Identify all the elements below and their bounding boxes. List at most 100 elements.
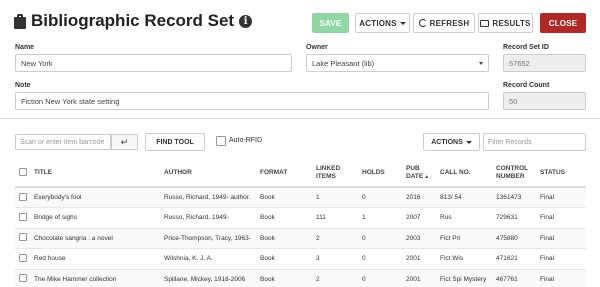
table-row[interactable]: The Mike Hammer collection Spillane, Mick…	[15, 269, 586, 287]
cell-title[interactable]: Everybody's fool	[30, 187, 160, 208]
cell-call: Fict Pri	[436, 228, 492, 249]
page-header: Bibliographic Record Set i SAVE ACTIONS …	[0, 0, 600, 40]
owner-value: Lake Pleasant (lib)	[312, 58, 375, 68]
refresh-icon	[418, 19, 427, 27]
close-button[interactable]: CLOSE	[540, 13, 586, 33]
table-row[interactable]: Bridge of sighs Russo, Richard, 1949- Book…	[15, 207, 586, 229]
cell-control: 475880	[492, 228, 536, 249]
cell-author: Russo, Richard, 1949- author.	[160, 187, 256, 208]
note-field[interactable]: Fiction New York state setting	[15, 92, 489, 110]
title-group: Bibliographic Record Set i	[14, 11, 253, 31]
cell-control: 471621	[492, 248, 536, 270]
row-checkbox[interactable]	[19, 274, 27, 283]
col-title[interactable]: TITLE	[30, 160, 160, 188]
cell-author: Price-Thompson, Tracy, 1963-	[160, 228, 256, 249]
cell-pub: 2001	[402, 248, 436, 270]
enter-icon: ↵	[120, 136, 129, 147]
cell-format: Book	[256, 207, 312, 229]
cell-title[interactable]: Red house	[30, 248, 160, 270]
cell-linked: 2	[312, 228, 358, 249]
record-count-label: Record Count	[503, 82, 550, 89]
row-checkbox[interactable]	[19, 192, 27, 201]
save-button[interactable]: SAVE	[312, 13, 349, 33]
filter-records-input[interactable]: Filter Records	[483, 133, 586, 151]
records-actions-label: ACTIONS	[431, 138, 463, 146]
cell-holds: 0	[358, 187, 402, 208]
cell-holds: 0	[358, 248, 402, 270]
cell-author: Spillane, Mickey, 1918-2006	[160, 269, 256, 287]
record-count-field: 50	[503, 92, 586, 110]
cell-format: Book	[256, 187, 312, 208]
row-checkbox[interactable]	[19, 253, 27, 262]
auto-rfid-checkbox[interactable]	[216, 136, 226, 146]
cell-pub: 2016	[402, 187, 436, 208]
name-label: Name	[15, 44, 35, 51]
record-set-id-value: 57652	[509, 58, 530, 68]
barcode-input[interactable]: Scan or enter item barcode	[15, 134, 111, 150]
cell-author: Wilshnia, K. J. A.	[160, 248, 256, 270]
cell-pub: 2003	[402, 228, 436, 249]
owner-select[interactable]: Lake Pleasant (lib)	[306, 54, 489, 72]
table-row[interactable]: Everybody's fool Russo, Richard, 1949- au…	[15, 187, 586, 208]
cell-linked: 2	[312, 269, 358, 287]
find-tool-button[interactable]: FIND TOOL	[145, 133, 205, 151]
cell-call: Fict Spi Mystery	[436, 269, 492, 287]
cell-control: 1361473	[492, 187, 536, 208]
note-label: Note	[15, 82, 31, 89]
col-author[interactable]: AUTHOR	[160, 160, 256, 188]
cell-holds: 0	[358, 269, 402, 287]
col-control-number[interactable]: CONTROL NUMBER	[492, 160, 536, 188]
info-icon[interactable]: i	[239, 14, 253, 28]
refresh-button[interactable]: REFRESH	[413, 13, 475, 33]
table-header-row: TITLE AUTHOR FORMAT LINKED ITEMS HOLDS P…	[15, 160, 586, 188]
cell-title[interactable]: The Mike Hammer collection	[30, 269, 160, 287]
row-checkbox[interactable]	[19, 212, 27, 221]
col-linked-items[interactable]: LINKED ITEMS	[312, 160, 358, 188]
col-pub-date-label: PUB DATE	[406, 165, 424, 180]
row-checkbox[interactable]	[19, 233, 27, 242]
cell-format: Book	[256, 248, 312, 270]
cell-call: 813/ 54	[436, 187, 492, 208]
enter-button[interactable]: ↵	[111, 134, 138, 150]
col-format[interactable]: FORMAT	[256, 160, 312, 188]
col-pub-date[interactable]: PUB DATE▲	[402, 160, 436, 188]
sort-asc-icon: ▲	[424, 174, 430, 180]
row-select-cell	[15, 187, 30, 208]
cell-status: Final	[536, 207, 586, 229]
results-label: RESULTS	[492, 18, 531, 28]
col-status[interactable]: STATUS	[536, 160, 586, 188]
table-row[interactable]: Red house Wilshnia, K. J. A. Book 3 0 2001 Fic…	[15, 248, 586, 270]
cell-status: Final	[536, 187, 586, 208]
select-all-checkbox[interactable]	[19, 167, 27, 176]
col-call-no[interactable]: CALL NO.	[436, 160, 492, 188]
record-count-value: 50	[509, 96, 518, 106]
cell-pub: 2001	[402, 269, 436, 287]
cell-format: Book	[256, 269, 312, 287]
find-tool-label: FIND TOOL	[156, 138, 194, 146]
filter-placeholder: Filter Records	[488, 138, 532, 146]
record-set-id-field: 57652	[503, 54, 586, 72]
cell-control: 467761	[492, 269, 536, 287]
cell-title[interactable]: Chocolate sangria : a novel	[30, 228, 160, 249]
results-icon	[480, 19, 490, 27]
caret-down-icon	[465, 140, 472, 144]
cell-author: Russo, Richard, 1949-	[160, 207, 256, 229]
cell-linked: 3	[312, 248, 358, 270]
col-holds[interactable]: HOLDS	[358, 160, 402, 188]
cell-status: Final	[536, 269, 586, 287]
auto-rfid-label: Auto-RFID	[229, 137, 263, 144]
record-set-id-label: Record Set ID	[503, 44, 549, 51]
close-label: CLOSE	[548, 18, 578, 28]
cell-status: Final	[536, 248, 586, 270]
records-actions-button[interactable]: ACTIONS	[423, 133, 480, 151]
name-field[interactable]: New York	[15, 54, 292, 72]
row-select-cell	[15, 228, 30, 249]
table-row[interactable]: Chocolate sangria : a novel Price-Thompso…	[15, 228, 586, 249]
results-button[interactable]: RESULTS	[478, 13, 533, 33]
cell-title[interactable]: Bridge of sighs	[30, 207, 160, 229]
cell-status: Final	[536, 228, 586, 249]
save-label: SAVE	[319, 18, 342, 28]
cell-call: Fict Wis	[436, 248, 492, 270]
name-value: New York	[21, 58, 53, 68]
actions-button[interactable]: ACTIONS	[355, 13, 410, 33]
